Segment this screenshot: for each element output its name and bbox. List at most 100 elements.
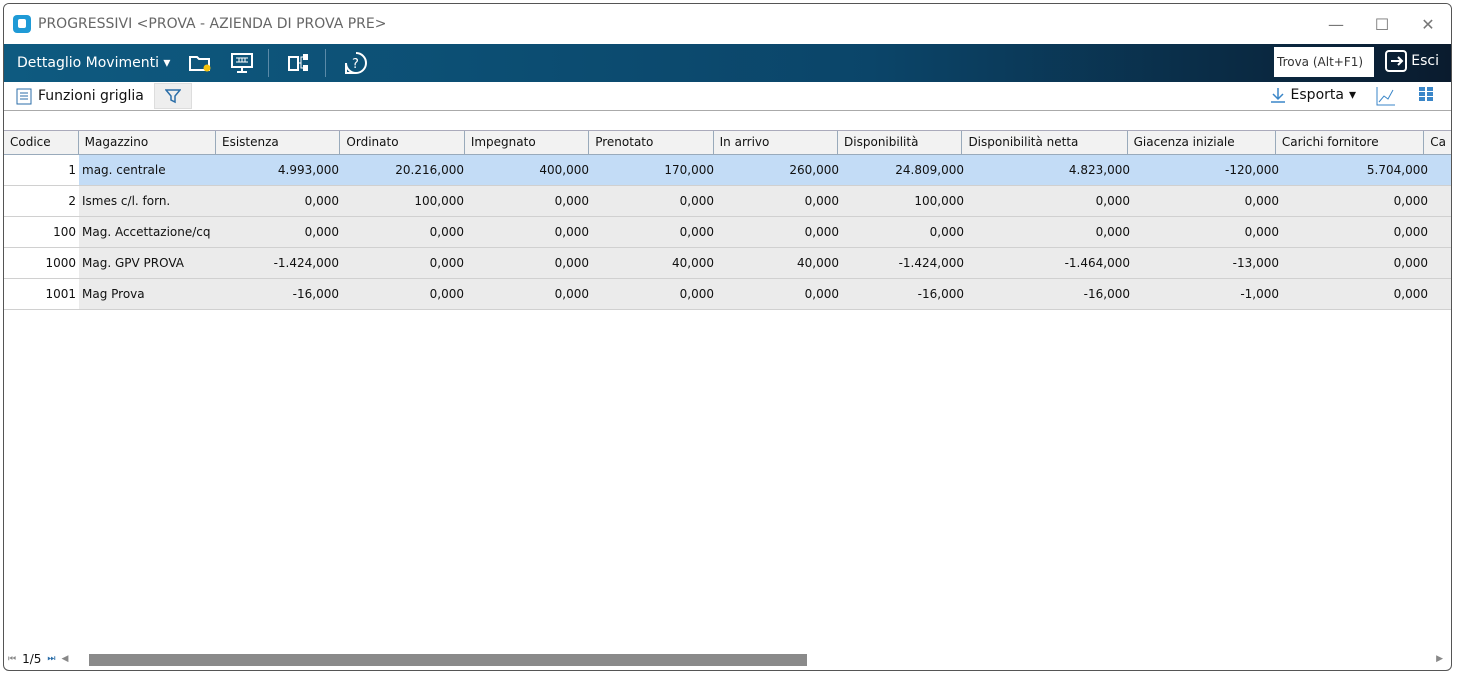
- grid-functions-label: Funzioni griglia: [38, 88, 144, 104]
- exit-icon: [1385, 50, 1408, 72]
- download-icon: [1270, 88, 1285, 103]
- filter-icon: [164, 89, 181, 104]
- table-cell: 0,000: [554, 225, 589, 239]
- page-indicator: 1/5: [22, 652, 42, 666]
- grid-toolbar: Funzioni griglia Esporta ▾: [4, 82, 1451, 111]
- table-cell: Mag. Accettazione/cq: [82, 225, 211, 239]
- column-header[interactable]: Disponibilità: [838, 131, 963, 154]
- exit-label: Esci: [1411, 53, 1439, 69]
- table-cell: 24.809,000: [895, 163, 964, 177]
- maximize-button[interactable]: ☐: [1359, 4, 1405, 44]
- table-cell: -13,000: [1232, 256, 1279, 270]
- table-cell: 0,000: [929, 225, 964, 239]
- table-cell: 0,000: [429, 287, 464, 301]
- table-cell: 0,000: [1393, 194, 1428, 208]
- app-logo-icon: [13, 15, 31, 33]
- export-button[interactable]: Esporta ▾: [1270, 87, 1356, 103]
- table-cell: 0,000: [1393, 256, 1428, 270]
- folder-icon[interactable]: [188, 51, 212, 75]
- table-row[interactable]: 1000 Mag. GPV PROVA -1.424,000 0,000 0,000 40…: [4, 248, 1451, 279]
- table-cell: 0,000: [1393, 287, 1428, 301]
- table-cell: 400,000: [539, 163, 589, 177]
- grid-footer: ⏮ 1/5 ⏭ ◀ ▶: [4, 648, 1451, 670]
- search-input[interactable]: Trova (Alt+F1): [1274, 47, 1374, 77]
- scroll-right-icon[interactable]: ▶: [1436, 654, 1443, 664]
- export-label: Esporta: [1290, 87, 1344, 103]
- table-cell: 0,000: [1095, 225, 1130, 239]
- table-cell: 170,000: [664, 163, 714, 177]
- table-cell: 0,000: [679, 194, 714, 208]
- table-cell: 1000: [4, 248, 79, 278]
- menu-label: Dettaglio Movimenti: [17, 55, 159, 71]
- column-header[interactable]: Ordinato: [340, 131, 465, 154]
- table-row[interactable]: 1001 Mag Prova -16,000 0,000 0,000 0,000 0,000…: [4, 279, 1451, 310]
- table-cell: 40,000: [797, 256, 839, 270]
- svg-text:?: ?: [352, 57, 359, 72]
- table-cell: 2: [4, 186, 79, 216]
- title-bar: PROGRESSIVI <PROVA - AZIENDA DI PROVA PR…: [4, 4, 1451, 44]
- table-cell: -1.464,000: [1064, 256, 1130, 270]
- column-header[interactable]: Codice: [4, 131, 79, 154]
- column-header[interactable]: In arrivo: [714, 131, 839, 154]
- filter-button[interactable]: [153, 83, 192, 109]
- help-icon[interactable]: ?: [344, 51, 368, 75]
- separator: [325, 49, 327, 77]
- table-cell: -16,000: [1083, 287, 1130, 301]
- table-cell: 260,000: [789, 163, 839, 177]
- column-header[interactable]: Giacenza iniziale: [1128, 131, 1276, 154]
- column-header[interactable]: Carichi fornitore: [1276, 131, 1425, 154]
- table-cell: 1: [4, 155, 79, 185]
- column-header[interactable]: Impegnato: [465, 131, 590, 154]
- horizontal-scrollbar-thumb[interactable]: [89, 654, 807, 666]
- chart-icon[interactable]: [1376, 86, 1396, 109]
- data-grid: Codice Magazzino Esistenza Ordinato Impegnat…: [4, 130, 1451, 310]
- main-toolbar: Dettaglio Movimenti ▾ ? Trova (Alt+F1) E…: [4, 44, 1451, 82]
- window: PROGRESSIVI <PROVA - AZIENDA DI PROVA PR…: [3, 3, 1452, 671]
- grid-view-icon[interactable]: [1418, 86, 1434, 105]
- table-cell: -1.424,000: [898, 256, 964, 270]
- table-row[interactable]: 100 Mag. Accettazione/cq 0,000 0,000 0,000 0,…: [4, 217, 1451, 248]
- list-icon: [16, 88, 32, 104]
- close-button[interactable]: ✕: [1405, 4, 1451, 44]
- grid-header: Codice Magazzino Esistenza Ordinato Impegnat…: [4, 130, 1451, 155]
- first-page-icon[interactable]: ⏮: [8, 654, 16, 664]
- column-header[interactable]: Esistenza: [216, 131, 341, 154]
- table-cell: Mag Prova: [82, 287, 145, 301]
- table-cell: 0,000: [679, 225, 714, 239]
- separator: [268, 49, 270, 77]
- exit-button[interactable]: Esci: [1385, 50, 1439, 72]
- table-cell: 20.216,000: [395, 163, 464, 177]
- minimize-button[interactable]: —: [1313, 4, 1359, 44]
- table-cell: 5.704,000: [1366, 163, 1428, 177]
- table-cell: 0,000: [554, 287, 589, 301]
- table-cell: 0,000: [429, 256, 464, 270]
- table-cell: 0,000: [1393, 225, 1428, 239]
- table-cell: 0,000: [804, 287, 839, 301]
- grid-functions-button[interactable]: Funzioni griglia: [16, 88, 144, 105]
- window-title: PROGRESSIVI <PROVA - AZIENDA DI PROVA PR…: [38, 16, 387, 32]
- scroll-left-icon[interactable]: ◀: [62, 654, 69, 664]
- column-header[interactable]: Magazzino: [79, 131, 216, 154]
- table-cell: 4.823,000: [1068, 163, 1130, 177]
- table-cell: 0,000: [1244, 194, 1279, 208]
- table-cell: 0,000: [679, 287, 714, 301]
- table-cell: -16,000: [292, 287, 339, 301]
- table-cell: 0,000: [304, 194, 339, 208]
- table-cell: mag. centrale: [82, 163, 166, 177]
- table-cell: -120,000: [1225, 163, 1279, 177]
- table-cell: 0,000: [554, 256, 589, 270]
- column-header[interactable]: Ca: [1424, 131, 1451, 154]
- dettaglio-movimenti-menu[interactable]: Dettaglio Movimenti ▾: [17, 55, 170, 71]
- last-page-icon[interactable]: ⏭: [47, 654, 55, 664]
- table-row[interactable]: 2 Ismes c/l. forn. 0,000 100,000 0,000 0,000 0…: [4, 186, 1451, 217]
- monitor-icon[interactable]: [230, 51, 254, 75]
- table-cell: 100,000: [914, 194, 964, 208]
- table-row[interactable]: 1 mag. centrale 4.993,000 20.216,000 400,000…: [4, 155, 1451, 186]
- table-cell: Mag. GPV PROVA: [82, 256, 184, 270]
- column-header[interactable]: Prenotato: [589, 131, 714, 154]
- table-cell: -1.424,000: [273, 256, 339, 270]
- column-header[interactable]: Disponibilità netta: [962, 131, 1128, 154]
- table-cell: 100,000: [414, 194, 464, 208]
- table-cell: -16,000: [917, 287, 964, 301]
- hierarchy-icon[interactable]: [287, 51, 311, 75]
